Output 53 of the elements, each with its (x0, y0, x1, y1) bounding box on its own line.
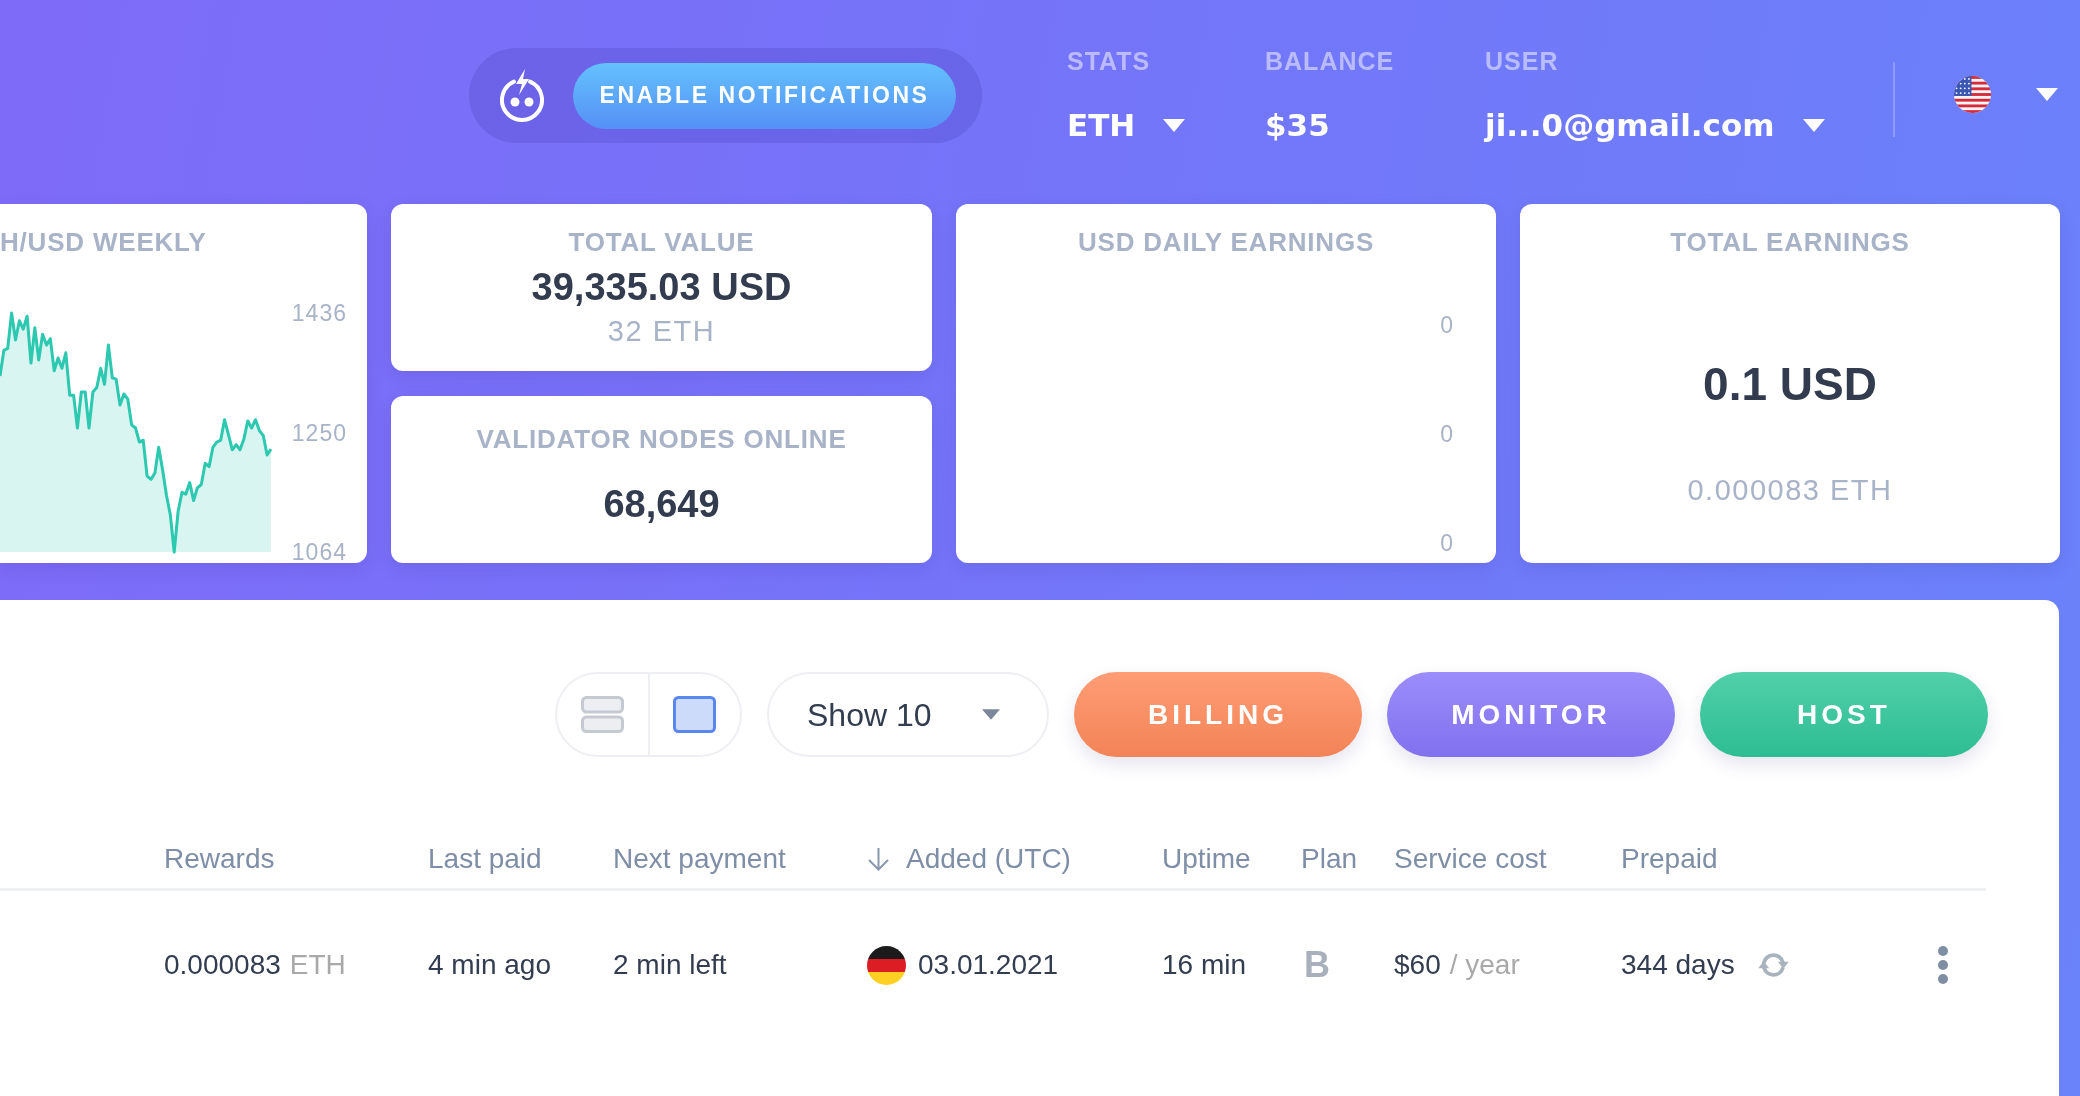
stat-label: USER (1485, 46, 1559, 76)
scale-label: 0 (1440, 529, 1454, 558)
more-icon[interactable] (1938, 946, 1948, 984)
plan-label: B (1303, 947, 1330, 983)
enable-notifications-button[interactable]: ENABLE NOTIFICATIONS (573, 62, 956, 129)
action-button[interactable]: BILLING (1074, 672, 1362, 757)
table-cell: 16 min (1162, 948, 1247, 982)
column-header[interactable]: Service cost (1394, 842, 1547, 876)
stat-label: BALANCE (1265, 46, 1395, 76)
table-cell: 03.01.2021 (918, 948, 1059, 982)
unit-label: / year (1449, 948, 1520, 982)
stat-label: STATS (1067, 46, 1151, 76)
flag-icon (867, 945, 906, 985)
card-title: VALIDATOR NODES ONLINE (476, 424, 847, 454)
stat-subvalue: 32 ETH (607, 314, 716, 349)
column-header[interactable]: Last paid (428, 842, 542, 876)
action-button[interactable]: HOST (1700, 672, 1988, 757)
card-title: H/USD WEEKLY (0, 227, 207, 257)
y-tick-label: 1064 (291, 539, 347, 563)
stat-dropdown[interactable]: ji...0@gmail.com (1485, 106, 1825, 144)
stat-dropdown[interactable]: ETH (1067, 106, 1186, 144)
stat-value: $35 (1265, 106, 1330, 144)
y-tick-label: 1250 (291, 419, 347, 446)
column-header[interactable]: Rewards (164, 842, 275, 876)
caret-icon (982, 709, 1000, 720)
column-header[interactable]: Uptime (1162, 842, 1251, 876)
stat-value: 68,649 (603, 482, 720, 526)
stat-subvalue: 0.000083 ETH (1687, 473, 1893, 508)
table-cell: 344 days (1621, 948, 1735, 982)
flag-icon (1954, 76, 1991, 113)
card-title: TOTAL EARNINGS (1670, 227, 1910, 257)
column-header[interactable]: Prepaid (1621, 842, 1718, 876)
language-dropdown[interactable] (1954, 76, 2058, 113)
unit-label: ETH (289, 948, 346, 982)
scale-label: 0 (1440, 420, 1454, 449)
column-header[interactable]: Added (UTC) (906, 842, 1071, 876)
stat-value: 0.1 USD (1703, 357, 1877, 411)
stat-value: 39,335.03 USD (531, 265, 792, 309)
card-title: TOTAL VALUE (568, 227, 755, 257)
column-header[interactable]: Next payment (613, 842, 786, 876)
table-cell: 2 min left (613, 948, 727, 982)
y-tick-label: 1436 (291, 300, 347, 327)
caret-icon (2036, 88, 2058, 101)
refresh-icon[interactable] (1756, 953, 1790, 977)
column-header[interactable]: Plan (1301, 842, 1358, 876)
scale-label: 0 (1440, 311, 1454, 340)
table-cell: 4 min ago (428, 948, 551, 982)
bolt-face-icon (499, 67, 545, 124)
card-title: USD DAILY EARNINGS (1077, 227, 1375, 257)
page-size-select[interactable]: Show 10 (767, 672, 1049, 757)
table-cell: 0.000083 (164, 948, 281, 982)
action-button[interactable]: MONITOR (1387, 672, 1675, 757)
table-cell: $60 (1394, 948, 1441, 982)
